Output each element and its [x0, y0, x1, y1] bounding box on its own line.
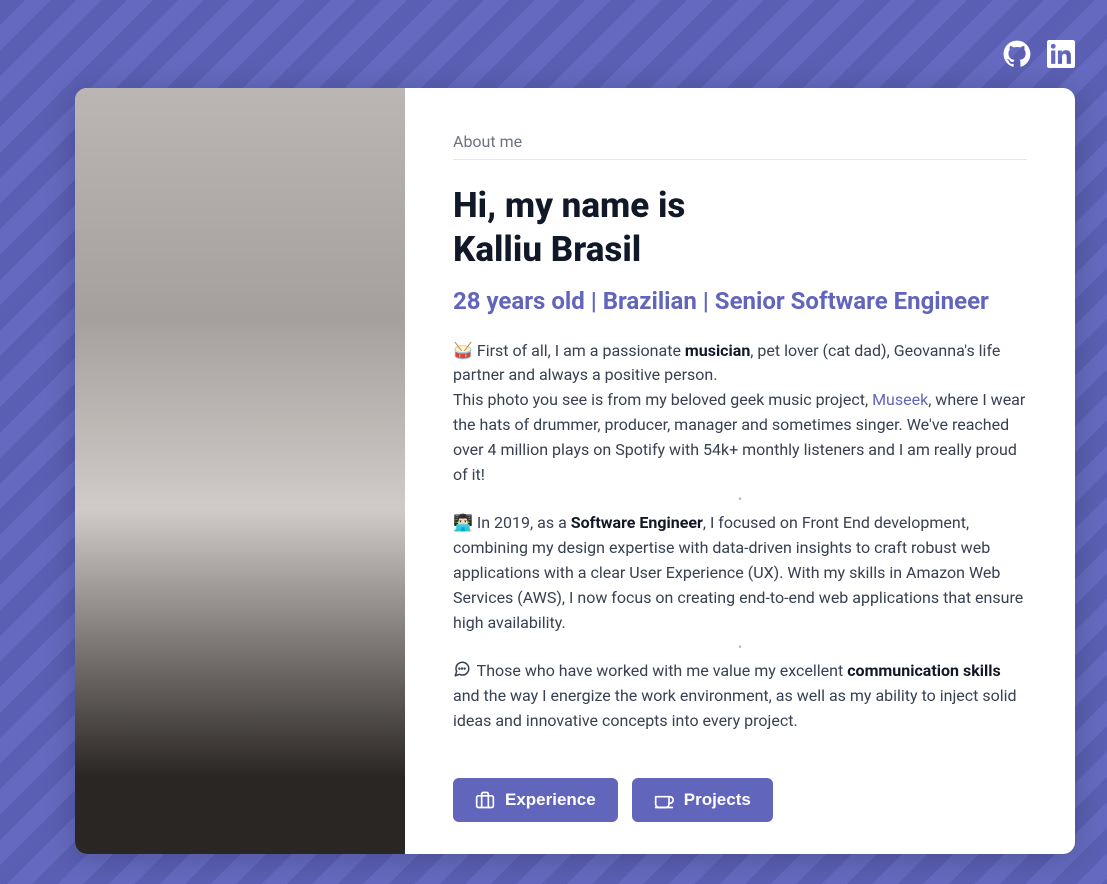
action-buttons: Experience Projects — [453, 748, 1027, 822]
p1-prefix: 🥁 First of all, I am a passionate — [453, 341, 685, 360]
github-link[interactable] — [1003, 40, 1031, 68]
about-content: About me Hi, my name is Kalliu Brasil 28… — [405, 88, 1075, 854]
social-links — [1003, 40, 1075, 68]
p3-rest: and the way I energize the work environm… — [453, 686, 1017, 730]
coffee-icon — [654, 790, 674, 810]
profile-photo — [75, 88, 405, 854]
experience-label: Experience — [505, 790, 596, 810]
bio-paragraph-1: 🥁 First of all, I am a passionate musici… — [453, 339, 1027, 488]
github-icon — [1003, 40, 1031, 68]
bio-paragraph-3: Those who have worked with me value my e… — [453, 659, 1027, 733]
separator-dot: • — [453, 641, 1027, 653]
comment-icon — [453, 660, 471, 678]
experience-button[interactable]: Experience — [453, 778, 618, 822]
p1-bold-musician: musician — [685, 341, 750, 360]
page-title: Hi, my name is Kalliu Brasil — [453, 184, 1027, 272]
about-card: About me Hi, my name is Kalliu Brasil 28… — [75, 88, 1075, 854]
bio-text: 🥁 First of all, I am a passionate musici… — [453, 339, 1027, 734]
projects-button[interactable]: Projects — [632, 778, 773, 822]
heading-line-1: Hi, my name is — [453, 185, 685, 226]
p1-line2a: This photo you see is from my beloved ge… — [453, 390, 872, 409]
p2-prefix: 👨🏻‍💻 In 2019, as a — [453, 513, 571, 532]
subtitle: 28 years old | Brazilian | Senior Softwa… — [453, 286, 1027, 317]
linkedin-link[interactable] — [1047, 40, 1075, 68]
p3-bold-comm: communication skills — [847, 661, 1000, 680]
heading-line-2: Kalliu Brasil — [453, 229, 641, 270]
photo-placeholder — [75, 88, 405, 854]
section-label: About me — [453, 132, 1027, 160]
p3-prefix: Those who have worked with me value my e… — [473, 661, 847, 680]
briefcase-icon — [475, 790, 495, 810]
projects-label: Projects — [684, 790, 751, 810]
museek-link[interactable]: Museek — [872, 390, 928, 409]
bio-paragraph-2: 👨🏻‍💻 In 2019, as a Software Engineer, I … — [453, 511, 1027, 635]
separator-dot: • — [453, 493, 1027, 505]
p2-bold-engineer: Software Engineer — [571, 513, 703, 532]
linkedin-icon — [1047, 40, 1075, 68]
